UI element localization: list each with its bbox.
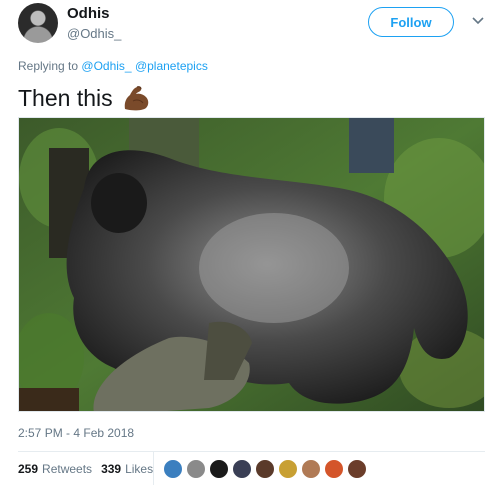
retweets-stat[interactable]: 259 Retweets [18, 462, 92, 476]
likes-stat[interactable]: 339 Likes [101, 462, 153, 476]
reply-mention-odhis[interactable]: @Odhis_ [81, 59, 131, 73]
author-handle[interactable]: @Odhis_ [67, 26, 121, 41]
flexed-biceps-emoji [124, 86, 148, 111]
follow-button[interactable]: Follow [368, 7, 454, 37]
tweet-stats: 259 Retweets 339 Likes [18, 462, 162, 476]
tweet-timestamp[interactable]: 2:57 PM - 4 Feb 2018 [18, 426, 134, 440]
tweet-text-content: Then this [18, 84, 113, 111]
divider [18, 451, 485, 452]
liker-avatar[interactable] [186, 459, 206, 479]
liker-avatars [163, 459, 370, 479]
liker-avatar[interactable] [232, 459, 252, 479]
reply-prefix: Replying to [18, 59, 79, 73]
liker-avatar[interactable] [301, 459, 321, 479]
likes-count: 339 [101, 462, 122, 476]
reply-mention-planetepics[interactable]: @planetepics [135, 59, 208, 73]
retweets-label: Retweets [42, 462, 93, 476]
stats-separator [153, 452, 154, 485]
liker-avatar[interactable] [347, 459, 367, 479]
retweets-count: 259 [18, 462, 39, 476]
author-name[interactable]: Odhis [67, 5, 110, 22]
liker-avatar[interactable] [209, 459, 229, 479]
avatar[interactable] [18, 3, 58, 43]
gorilla-photo[interactable] [18, 117, 485, 412]
likes-label: Likes [125, 462, 154, 476]
liker-avatar[interactable] [324, 459, 344, 479]
chevron-down-icon[interactable] [471, 14, 485, 28]
reply-context: Replying to @Odhis_ @planetepics [18, 59, 208, 73]
liker-avatar[interactable] [255, 459, 275, 479]
tweet-text: Then this [18, 83, 151, 113]
liker-avatar[interactable] [163, 459, 183, 479]
liker-avatar[interactable] [278, 459, 298, 479]
